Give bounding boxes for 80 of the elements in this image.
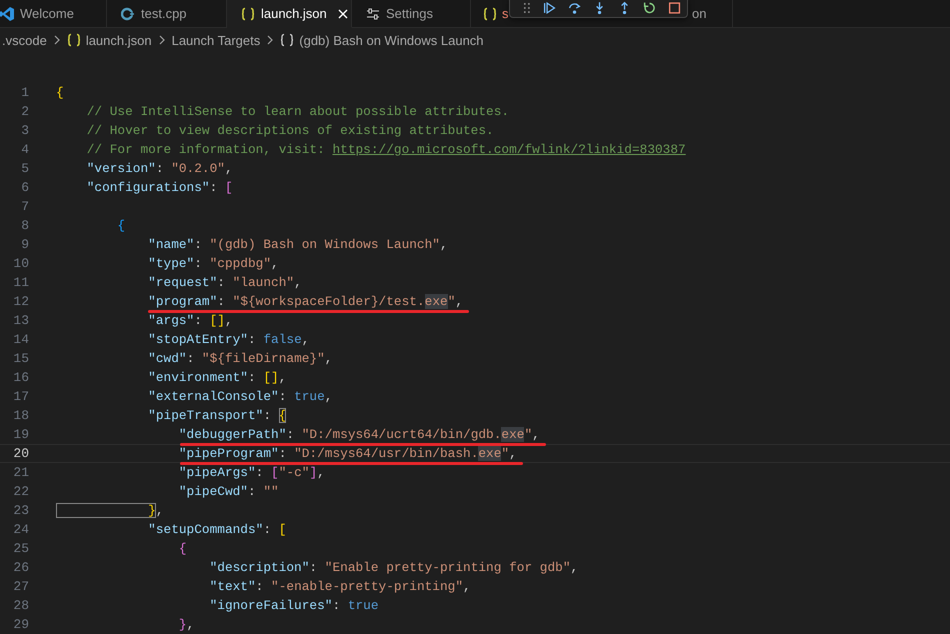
link[interactable]: https://go.microsoft.com/fwlink/?linkid=830387 [332, 142, 686, 157]
cpp-file-icon [121, 6, 135, 20]
breadcrumb-item[interactable]: Launch Targets [172, 32, 260, 48]
grip-icon [524, 2, 531, 14]
code-line: { [56, 85, 64, 100]
code-line: "ignoreFailures": true [208, 598, 379, 613]
code-line: "debuggerPath": "D:/msys64/ucrt64/bin/gdb.exe", [178, 427, 540, 442]
code-line: "pipeTransport": { [147, 408, 286, 423]
chevron-icon [52, 35, 61, 45]
sliders-icon [366, 6, 380, 20]
breadcrumb-item[interactable]: .vscode [2, 32, 47, 48]
code-line: { [116, 218, 126, 233]
code-line: }, [56, 503, 164, 518]
line-number: 6 [20, 180, 29, 195]
code-line: "stopAtEntry": false, [147, 332, 310, 347]
line-number: 28 [12, 598, 29, 613]
line-number: 14 [12, 332, 29, 347]
line-number: 26 [12, 560, 29, 575]
line-number: 23 [12, 503, 29, 518]
line-number: 13 [12, 313, 29, 328]
line-number: 9 [20, 237, 29, 252]
code-line: "args": [], [147, 313, 233, 328]
braces-icon [280, 33, 294, 47]
stop-icon[interactable] [668, 0, 681, 16]
continue-icon[interactable] [542, 0, 556, 16]
code-line: // Hover to view descriptions of existing attributes. [86, 123, 494, 138]
line-number: 8 [20, 218, 29, 233]
code-line: // Use IntelliSense to learn about possible attributes. [86, 104, 510, 119]
line-number: 10 [12, 256, 29, 271]
line-number: 21 [12, 465, 29, 480]
line-number: 3 [20, 123, 29, 138]
restart-icon[interactable] [642, 0, 656, 16]
app-logo-icon [0, 6, 14, 22]
line-number: 2 [20, 104, 29, 119]
code-line: "pipeCwd": "" [178, 484, 279, 499]
code-line: "configurations": [ [86, 180, 233, 195]
code-line: "version": "0.2.0", [86, 161, 233, 176]
line-number: 22 [12, 484, 29, 499]
line-number: 1 [20, 85, 29, 100]
code-line: { [178, 541, 187, 556]
braces-icon [483, 6, 497, 20]
code-line: "program": "${workspaceFolder}/test.exe", [147, 294, 464, 309]
line-number: 11 [12, 275, 29, 290]
line-number: 15 [12, 351, 29, 366]
line-number: 29 [12, 617, 29, 632]
line-number: 27 [12, 579, 29, 594]
line-number: 25 [12, 541, 29, 556]
chevron-icon [158, 35, 166, 45]
line-number: 7 [20, 199, 29, 214]
line-number: 19 [12, 427, 29, 442]
editor-tab[interactable]: launch.json [227, 0, 352, 28]
code-line: "cwd": "${fileDirname}", [147, 351, 332, 366]
line-number: 17 [12, 389, 29, 404]
code-comment: // For more information, visit: [86, 142, 326, 157]
editor-tab[interactable]: on [690, 0, 733, 27]
editor-tab[interactable]: Welcome [0, 0, 107, 27]
braces-icon [66, 33, 81, 47]
code-line: "pipeArgs": ["-c"], [178, 465, 325, 480]
code-line: "pipeProgram": "D:/msys64/usr/bin/bash.exe", [178, 446, 517, 461]
code-line: "environment": [], [147, 370, 286, 385]
line-number: 20 [12, 446, 29, 461]
code-line: }, [178, 617, 194, 632]
line-number: 12 [12, 294, 29, 309]
line-number: 18 [12, 408, 29, 423]
braces-icon [241, 6, 255, 20]
code-line: "request": "launch", [147, 275, 302, 290]
code-line: "text": "-enable-pretty-printing", [208, 579, 471, 594]
code-line: "type": "cppdbg", [147, 256, 279, 271]
chevron-icon [266, 35, 274, 45]
line-number: 24 [12, 522, 29, 537]
line-number: 5 [20, 161, 29, 176]
code-line: "externalConsole": true, [147, 389, 332, 404]
line-number: 16 [12, 370, 29, 385]
breadcrumb-item[interactable]: (gdb) Bash on Windows Launch [299, 32, 484, 48]
breadcrumb-item[interactable]: launch.json [86, 32, 152, 48]
code-line: "name": "(gdb) Bash on Windows Launch", [147, 237, 448, 252]
code-line: "description": "Enable pretty-printing for gdb", [208, 560, 578, 575]
code-line: "setupCommands": [ [147, 522, 286, 537]
close-icon [336, 8, 349, 20]
line-number: 4 [20, 142, 29, 157]
